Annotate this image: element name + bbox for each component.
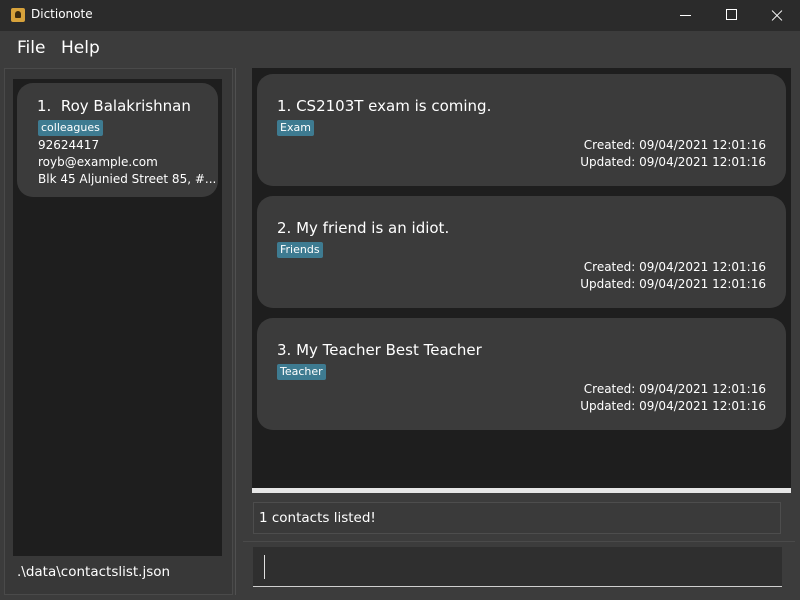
note-card[interactable]: 2. My friend is an idiot. Friends Create…	[257, 196, 786, 308]
menu-help[interactable]: Help	[61, 38, 100, 58]
menu-file[interactable]: File	[17, 38, 45, 58]
note-created: Created: 09/04/2021 12:01:16	[583, 382, 766, 396]
text-caret	[264, 555, 265, 579]
maximize-button[interactable]	[708, 0, 754, 31]
contact-email: royb@example.com	[38, 155, 158, 169]
note-updated: Updated: 09/04/2021 12:01:16	[580, 277, 766, 291]
contact-name-text: Roy Balakrishnan	[60, 97, 191, 115]
note-title: 3. My Teacher Best Teacher	[277, 341, 482, 359]
contact-tag: colleagues	[38, 120, 103, 136]
contact-address: Blk 45 Aljunied Street 85, #...	[38, 172, 217, 186]
result-text: 1 contacts listed!	[259, 510, 376, 526]
contact-name: 1. Roy Balakrishnan	[37, 97, 191, 115]
minimize-button[interactable]	[662, 0, 708, 31]
horizontal-scrollbar[interactable]	[252, 488, 791, 493]
result-display: 1 contacts listed!	[253, 502, 781, 534]
contact-card[interactable]: 1. Roy Balakrishnan colleagues 92624417 …	[17, 83, 218, 197]
split-divider[interactable]	[234, 68, 242, 595]
title-bar: Dictionote	[0, 0, 800, 31]
note-title: 1. CS2103T exam is coming.	[277, 97, 492, 115]
close-button[interactable]	[754, 0, 800, 31]
app-icon	[11, 8, 25, 22]
section-separator	[243, 541, 795, 542]
note-card[interactable]: 3. My Teacher Best Teacher Teacher Creat…	[257, 318, 786, 430]
note-title: 2. My friend is an idiot.	[277, 219, 450, 237]
contact-phone: 92624417	[38, 138, 100, 152]
note-tag: Exam	[277, 120, 314, 136]
note-created: Created: 09/04/2021 12:01:16	[583, 260, 766, 274]
note-updated: Updated: 09/04/2021 12:01:16	[580, 155, 766, 169]
command-input[interactable]	[253, 547, 782, 587]
contact-index: 1.	[37, 97, 52, 115]
menu-bar: File Help	[0, 31, 800, 67]
status-bar-file-path: .\data\contactslist.json	[17, 564, 171, 580]
note-card[interactable]: 1. CS2103T exam is coming. Exam Created:…	[257, 74, 786, 186]
note-tag: Friends	[277, 242, 323, 258]
window-title: Dictionote	[31, 7, 93, 21]
note-created: Created: 09/04/2021 12:01:16	[583, 138, 766, 152]
note-updated: Updated: 09/04/2021 12:01:16	[580, 399, 766, 413]
note-tag: Teacher	[277, 364, 326, 380]
